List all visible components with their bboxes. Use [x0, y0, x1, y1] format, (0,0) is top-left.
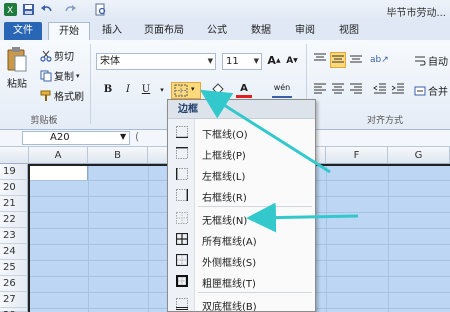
annotation-arrows: [199, 89, 359, 233]
excel-window: X 毕节市劳动... 文件 开始 插入 页面布局 公式 数据 审阅 视图 粘贴 …: [0, 0, 450, 312]
annotation-arrow-to-no-border: [246, 202, 359, 233]
annotation-arrow-to-borders-button: [199, 89, 331, 174]
